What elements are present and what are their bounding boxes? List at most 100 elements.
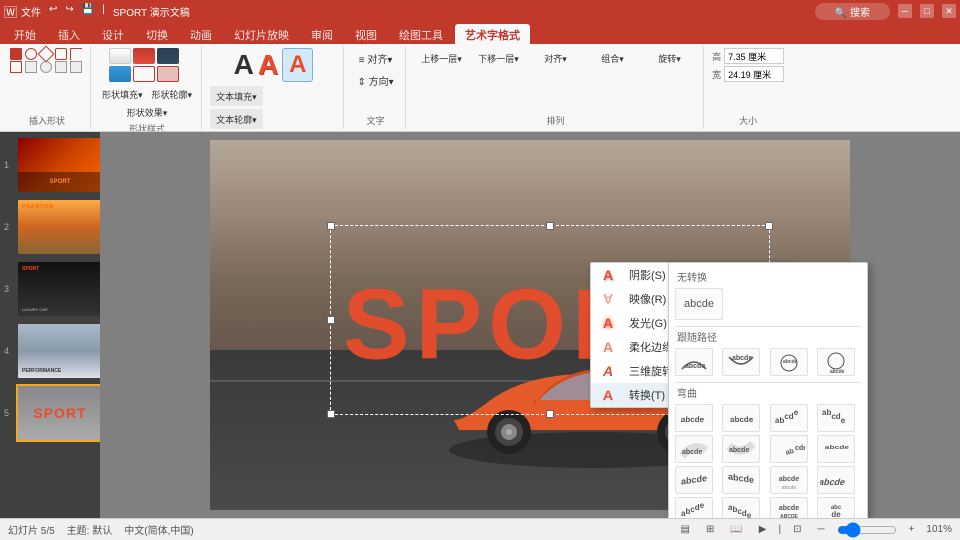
shadow-icon: A	[603, 267, 621, 283]
style-item[interactable]	[133, 66, 155, 82]
shape-item[interactable]	[25, 61, 37, 73]
tep-warp-1[interactable]: abcde	[675, 404, 713, 432]
text-a-active[interactable]: A	[282, 48, 313, 82]
tep-warp-13[interactable]: abcde	[675, 497, 713, 518]
tep-warp-5[interactable]: abcde	[675, 435, 713, 463]
tab-design[interactable]: 设计	[92, 24, 134, 44]
app-menu-items: 文件 ↩ ↪ 💾 | SPORT 演示文稿	[21, 4, 190, 19]
svg-text:abcde: abcde	[681, 473, 707, 487]
tab-home[interactable]: 开始	[4, 24, 46, 44]
shape-item[interactable]	[25, 48, 37, 60]
tep-warp-6[interactable]: abcde	[722, 435, 760, 463]
canvas-area[interactable]: SPORT	[100, 132, 960, 518]
shape-item[interactable]	[40, 61, 52, 73]
tep-none-item[interactable]: abcde	[675, 288, 723, 320]
search-box[interactable]: 🔍 搜索	[815, 3, 890, 20]
arrange-rotate-btn[interactable]: 旋转▾	[642, 48, 697, 68]
shape-fill-btn[interactable]: 形状填充▾	[99, 84, 146, 104]
handle-ml[interactable]	[327, 316, 335, 324]
tep-warp-9[interactable]: abcde	[675, 466, 713, 494]
tab-view[interactable]: 视图	[345, 24, 387, 44]
tep-warp-7[interactable]: ab cde	[770, 435, 808, 463]
tep-warp-15[interactable]: abcde ABCDE	[770, 497, 808, 518]
shape-item[interactable]	[70, 61, 82, 73]
minimize-btn[interactable]: ─	[898, 4, 912, 18]
zoom-in-btn[interactable]: +	[905, 523, 919, 536]
slide-thumb-2[interactable]: PHANTOM	[16, 198, 100, 256]
text-a-styled[interactable]: A	[258, 51, 278, 79]
handle-bm[interactable]	[546, 410, 554, 418]
shape-item[interactable]	[55, 61, 67, 73]
zoom-out-btn[interactable]: ─	[813, 523, 828, 536]
slide-num-5: 5	[4, 408, 14, 418]
shape-item[interactable]	[10, 48, 22, 60]
shape-item[interactable]	[38, 46, 55, 63]
handle-tm[interactable]	[546, 222, 554, 230]
tep-warp-16[interactable]: abc de	[817, 497, 855, 518]
tab-transition[interactable]: 切换	[136, 24, 178, 44]
text-a-plain[interactable]: A	[234, 51, 254, 79]
save-btn[interactable]: 💾	[82, 4, 94, 19]
style-item[interactable]	[133, 48, 155, 64]
arrange-lower-btn[interactable]: 下移一层▾	[471, 48, 526, 68]
handle-tl[interactable]	[327, 222, 335, 230]
style-item[interactable]	[157, 66, 179, 82]
shape-item[interactable]	[70, 48, 82, 60]
tab-slideshow[interactable]: 幻灯片放映	[224, 24, 299, 44]
tep-warp-8[interactable]: abcde	[817, 435, 855, 463]
shape-item[interactable]	[55, 48, 67, 60]
file-menu-quick[interactable]: 文件	[21, 4, 41, 19]
maximize-btn[interactable]: □	[920, 4, 934, 18]
tep-arc-down[interactable]: abcde	[722, 348, 760, 376]
arrange-align-btn[interactable]: 对齐▾	[528, 48, 583, 68]
slide-thumb-4[interactable]: PERFORMANCE	[16, 322, 100, 380]
shape-effect-btn[interactable]: 形状效果▾	[124, 105, 171, 120]
style-item[interactable]	[157, 48, 179, 64]
tep-warp-4[interactable]: abcde	[817, 404, 855, 432]
handle-tr[interactable]	[765, 222, 773, 230]
tep-circle2[interactable]: abcde	[817, 348, 855, 376]
redo-btn[interactable]: ↪	[65, 4, 73, 19]
view-reading[interactable]: 📖	[726, 523, 746, 536]
height-input[interactable]	[724, 48, 784, 64]
undo-btn[interactable]: ↩	[49, 4, 57, 19]
tep-warp-12[interactable]: abcde	[817, 466, 855, 494]
tep-warp-2[interactable]: abcde	[722, 404, 760, 432]
width-input[interactable]	[724, 66, 784, 82]
tab-animation[interactable]: 动画	[180, 24, 222, 44]
text-align-btn[interactable]: ≡ 对齐▾	[352, 48, 399, 68]
text-outline-btn[interactable]: 文本轮廓▾	[210, 109, 263, 129]
tep-arc-up[interactable]: abcde	[675, 348, 713, 376]
arrange-group-btn[interactable]: 组合▾	[585, 48, 640, 68]
tab-draw-tools[interactable]: 绘图工具	[389, 24, 453, 44]
view-slideshow[interactable]: ▶	[755, 523, 771, 536]
slide-thumb-3[interactable]: SPORT LUXURY CAR	[16, 260, 100, 318]
shape-item[interactable]	[10, 61, 22, 73]
fit-window-btn[interactable]: ⊡	[789, 523, 805, 536]
close-btn[interactable]: ✕	[942, 4, 956, 18]
svg-text:abcde: abcde	[778, 505, 798, 512]
tep-warp-11[interactable]: abcde abcde	[770, 466, 808, 494]
style-item[interactable]	[109, 66, 131, 82]
tep-warp-10[interactable]: abcde	[722, 466, 760, 494]
status-left: 幻灯片 5/5 主题: 默认 中文(简体,中国)	[8, 522, 194, 537]
tep-circle[interactable]: abcde	[770, 348, 808, 376]
text-fill-btn[interactable]: 文本填充▾	[210, 86, 263, 106]
style-item[interactable]	[109, 48, 131, 64]
zoom-slider[interactable]	[837, 524, 897, 536]
arrange-upper-btn[interactable]: 上移一层▾	[414, 48, 469, 68]
handle-bl[interactable]	[327, 410, 335, 418]
slide-thumb-5[interactable]: SPORT	[16, 384, 100, 442]
tab-insert[interactable]: 插入	[48, 24, 90, 44]
tab-review[interactable]: 审阅	[301, 24, 343, 44]
view-slide-sorter[interactable]: ⊞	[702, 523, 718, 536]
tab-art-format[interactable]: 艺术字格式	[455, 24, 530, 44]
text-dir-btn[interactable]: ⇕ 方向▾	[352, 70, 399, 90]
tep-warp-14[interactable]: abcde	[722, 497, 760, 518]
slide-thumb-1[interactable]: SPORT	[16, 136, 100, 194]
view-normal[interactable]: ▤	[676, 523, 693, 536]
tep-warp-section: 弯曲 abcde abcde abcde abcde abcde abcde a…	[675, 385, 861, 518]
shape-outline-btn[interactable]: 形状轮廓▾	[149, 84, 196, 104]
tep-warp-3[interactable]: abcde	[770, 404, 808, 432]
tep-follow-title: 跟随路径	[675, 329, 861, 344]
